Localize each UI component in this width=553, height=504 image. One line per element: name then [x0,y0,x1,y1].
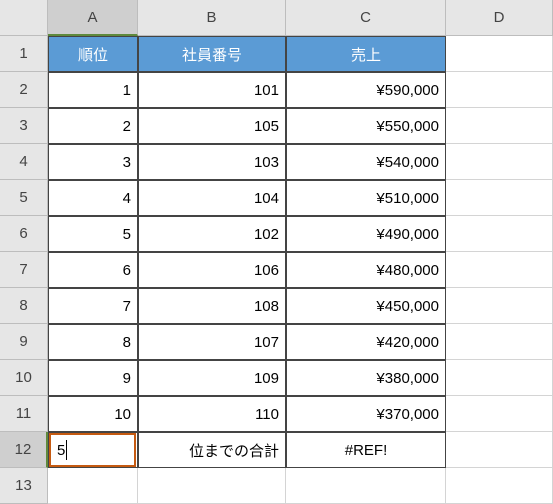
cell-d4[interactable] [446,144,553,180]
cell-editor[interactable]: 5 [49,433,136,467]
cell-a13[interactable] [48,468,138,504]
cell-rank[interactable]: 2 [48,108,138,144]
col-header-c[interactable]: C [286,0,446,36]
cell-editor-value: 5 [57,442,65,459]
select-all-corner[interactable] [0,0,48,36]
cell-sales[interactable]: ¥420,000 [286,324,446,360]
cell-rank[interactable]: 4 [48,180,138,216]
cell-rank[interactable]: 10 [48,396,138,432]
cell-ref-error[interactable]: #REF! [286,432,446,468]
cell-emp[interactable]: 108 [138,288,286,324]
row-header-8[interactable]: 8 [0,288,48,324]
cell-d2[interactable] [446,72,553,108]
row-header-1[interactable]: 1 [0,36,48,72]
row-header-7[interactable]: 7 [0,252,48,288]
row-header-3[interactable]: 3 [0,108,48,144]
cell-sales[interactable]: ¥540,000 [286,144,446,180]
cell-b13[interactable] [138,468,286,504]
cell-rank[interactable]: 9 [48,360,138,396]
cell-rank[interactable]: 1 [48,72,138,108]
cell-summary-label[interactable]: 位までの合計 [138,432,286,468]
cell-d13[interactable] [446,468,553,504]
cell-sales[interactable]: ¥490,000 [286,216,446,252]
cell-d12[interactable] [446,432,553,468]
cell-emp[interactable]: 109 [138,360,286,396]
row-header-6[interactable]: 6 [0,216,48,252]
cell-d8[interactable] [446,288,553,324]
cell-sales[interactable]: ¥370,000 [286,396,446,432]
cell-sales[interactable]: ¥450,000 [286,288,446,324]
cell-rank[interactable]: 7 [48,288,138,324]
cell-emp[interactable]: 104 [138,180,286,216]
cell-d1[interactable] [446,36,553,72]
row-header-13[interactable]: 13 [0,468,48,504]
header-emp[interactable]: 社員番号 [138,36,286,72]
col-header-b[interactable]: B [138,0,286,36]
cell-emp[interactable]: 105 [138,108,286,144]
row-header-2[interactable]: 2 [0,72,48,108]
header-sales[interactable]: 売上 [286,36,446,72]
cell-rank[interactable]: 5 [48,216,138,252]
header-rank[interactable]: 順位 [48,36,138,72]
cell-d6[interactable] [446,216,553,252]
col-header-a[interactable]: A [48,0,138,36]
text-cursor [66,440,67,460]
cell-emp[interactable]: 103 [138,144,286,180]
cell-rank[interactable]: 6 [48,252,138,288]
spreadsheet-grid[interactable]: A B C D 1 順位 社員番号 売上 2 1 101 ¥590,000 3 … [0,0,553,504]
col-header-d[interactable]: D [446,0,553,36]
row-header-4[interactable]: 4 [0,144,48,180]
cell-d3[interactable] [446,108,553,144]
row-header-10[interactable]: 10 [0,360,48,396]
cell-emp[interactable]: 102 [138,216,286,252]
cell-emp[interactable]: 106 [138,252,286,288]
cell-emp[interactable]: 107 [138,324,286,360]
cell-d11[interactable] [446,396,553,432]
cell-emp[interactable]: 101 [138,72,286,108]
cell-d5[interactable] [446,180,553,216]
cell-c13[interactable] [286,468,446,504]
cell-sales[interactable]: ¥380,000 [286,360,446,396]
cell-sales[interactable]: ¥550,000 [286,108,446,144]
cell-sales[interactable]: ¥480,000 [286,252,446,288]
row-header-9[interactable]: 9 [0,324,48,360]
cell-d9[interactable] [446,324,553,360]
cell-emp[interactable]: 110 [138,396,286,432]
row-header-5[interactable]: 5 [0,180,48,216]
cell-rank[interactable]: 3 [48,144,138,180]
cell-sales[interactable]: ¥510,000 [286,180,446,216]
cell-d10[interactable] [446,360,553,396]
cell-sales[interactable]: ¥590,000 [286,72,446,108]
cell-rank[interactable]: 8 [48,324,138,360]
row-header-11[interactable]: 11 [0,396,48,432]
row-header-12[interactable]: 12 [0,432,48,468]
cell-d7[interactable] [446,252,553,288]
